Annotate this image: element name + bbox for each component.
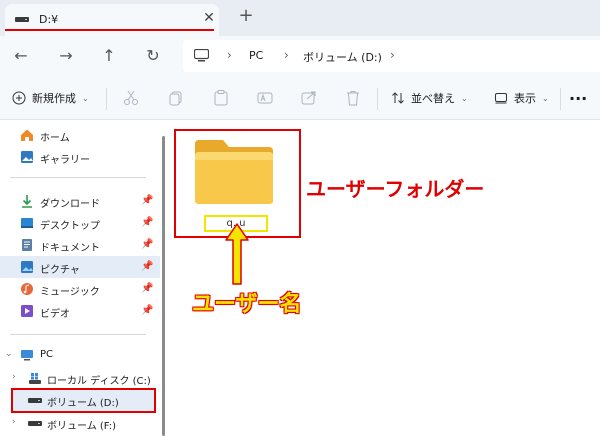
sidebar-item-videos[interactable]: ビデオ 📌 xyxy=(0,300,160,322)
chevron-down-icon[interactable]: ⌄ xyxy=(5,349,13,359)
drive-d-highlight-box xyxy=(11,388,156,413)
view-label: 表示 xyxy=(514,92,536,105)
tab-highlight-underline xyxy=(5,29,214,31)
chevron-right-icon[interactable]: › xyxy=(12,372,16,382)
divider xyxy=(10,177,146,178)
view-button[interactable]: 表示 ⌄ xyxy=(494,88,549,108)
view-icon xyxy=(495,93,507,104)
sidebar-item-label: ドキュメント xyxy=(40,243,100,254)
pin-icon[interactable]: 📌 xyxy=(141,217,153,228)
pin-icon[interactable]: 📌 xyxy=(141,261,153,272)
breadcrumb-separator: › xyxy=(227,48,232,62)
sidebar-item-label: ダウンロード xyxy=(40,199,100,210)
breadcrumb-drive-d[interactable]: ボリューム (D:) xyxy=(303,49,382,65)
tab-title: D:¥ xyxy=(39,13,59,26)
plus-circle-icon xyxy=(12,91,26,105)
chevron-down-icon: ⌄ xyxy=(542,93,549,103)
back-button[interactable]: ← xyxy=(9,44,33,68)
arrow-up-icon xyxy=(225,223,249,285)
sidebar-item-pictures[interactable]: ピクチャ 📌 xyxy=(0,256,160,278)
sidebar-item-desktop[interactable]: デスクトップ 📌 xyxy=(0,212,160,234)
desktop-icon xyxy=(21,218,33,228)
up-button[interactable]: ↑ xyxy=(97,44,121,68)
share-icon[interactable] xyxy=(300,89,318,107)
cut-icon[interactable] xyxy=(122,89,140,107)
sidebar-item-label: PC xyxy=(40,349,54,360)
folder-icon[interactable] xyxy=(193,136,275,206)
sidebar-item-home[interactable]: ホーム xyxy=(0,124,160,146)
close-icon[interactable]: ✕ xyxy=(201,10,217,26)
pin-icon[interactable]: 📌 xyxy=(141,305,153,316)
sidebar-scrollbar[interactable] xyxy=(162,136,165,436)
sidebar-item-label: ボリューム (F:) xyxy=(47,421,117,432)
breadcrumb-separator: › xyxy=(390,48,395,62)
pc-icon xyxy=(21,350,33,361)
sidebar-item-label: ギャラリー xyxy=(40,155,90,166)
sidebar-item-label: ホーム xyxy=(40,133,70,144)
forward-button[interactable]: → xyxy=(54,44,78,68)
windows-drive-icon xyxy=(29,373,41,384)
new-label: 新規作成 xyxy=(32,92,76,105)
address-bar[interactable]: › PC › ボリューム (D:) › xyxy=(183,40,600,72)
refresh-button[interactable]: ↻ xyxy=(141,44,165,68)
sidebar-item-label: ミュージック xyxy=(40,287,100,298)
pc-icon xyxy=(194,49,209,62)
divider xyxy=(560,88,561,110)
chevron-right-icon[interactable]: › xyxy=(12,417,16,427)
callout-user-folder: ユーザーフォルダー xyxy=(306,177,485,201)
sidebar-item-drive-f[interactable]: › ボリューム (F:) xyxy=(0,412,160,434)
new-tab-button[interactable]: + xyxy=(237,7,255,25)
rename-icon[interactable] xyxy=(256,89,274,107)
chevron-down-icon: ⌄ xyxy=(82,93,89,103)
chevron-down-icon: ⌄ xyxy=(461,93,468,103)
sort-button[interactable]: 並べ替え ⌄ xyxy=(391,88,468,108)
sidebar-item-gallery[interactable]: ギャラリー xyxy=(0,146,160,168)
copy-icon[interactable] xyxy=(167,89,185,107)
delete-icon[interactable] xyxy=(344,89,362,107)
command-bar: 新規作成 ⌄ 並べ替え ⌄ 表示 ⌄ ··· xyxy=(0,76,600,120)
pin-icon[interactable]: 📌 xyxy=(141,283,153,294)
sidebar-item-documents[interactable]: ドキュメント 📌 xyxy=(0,234,160,256)
sidebar-item-downloads[interactable]: ダウンロード 📌 xyxy=(0,190,160,212)
tab-bar: D:¥ ✕ + xyxy=(0,0,600,36)
callout-username: ユーザー名 xyxy=(192,292,302,317)
more-options-button[interactable]: ··· xyxy=(569,88,587,108)
divider xyxy=(377,88,378,110)
sidebar-item-label: ピクチャ xyxy=(40,265,80,276)
breadcrumb-separator: › xyxy=(284,48,289,62)
sidebar-item-label: デスクトップ xyxy=(40,221,100,232)
drive-icon xyxy=(28,421,42,426)
paste-icon[interactable] xyxy=(212,89,230,107)
sidebar-item-label: ビデオ xyxy=(40,309,70,320)
pictures-icon xyxy=(21,261,33,273)
pin-icon[interactable]: 📌 xyxy=(141,195,153,206)
gallery-icon xyxy=(21,151,33,163)
video-icon xyxy=(21,305,33,317)
navigation-bar: ← → ↑ ↻ › PC › ボリューム (D:) › xyxy=(0,36,600,76)
sort-icon xyxy=(392,92,404,104)
divider xyxy=(10,334,146,335)
sidebar-item-drive-c[interactable]: › ローカル ディスク (C:) xyxy=(0,367,160,389)
sidebar-item-music[interactable]: ミュージック 📌 xyxy=(0,278,160,300)
pin-icon[interactable]: 📌 xyxy=(141,239,153,250)
sort-label: 並べ替え xyxy=(411,92,455,105)
download-icon xyxy=(22,195,32,208)
document-icon xyxy=(22,239,32,251)
home-icon xyxy=(21,129,33,141)
divider xyxy=(106,88,107,110)
sidebar-item-pc[interactable]: ⌄ PC xyxy=(0,344,160,366)
sidebar-item-label: ローカル ディスク (C:) xyxy=(47,376,151,387)
breadcrumb-pc[interactable]: PC xyxy=(249,49,263,62)
drive-icon xyxy=(15,17,29,22)
music-icon xyxy=(21,283,33,295)
tab-drive-d[interactable]: D:¥ ✕ xyxy=(5,4,219,36)
new-button[interactable]: 新規作成 ⌄ xyxy=(12,88,89,108)
